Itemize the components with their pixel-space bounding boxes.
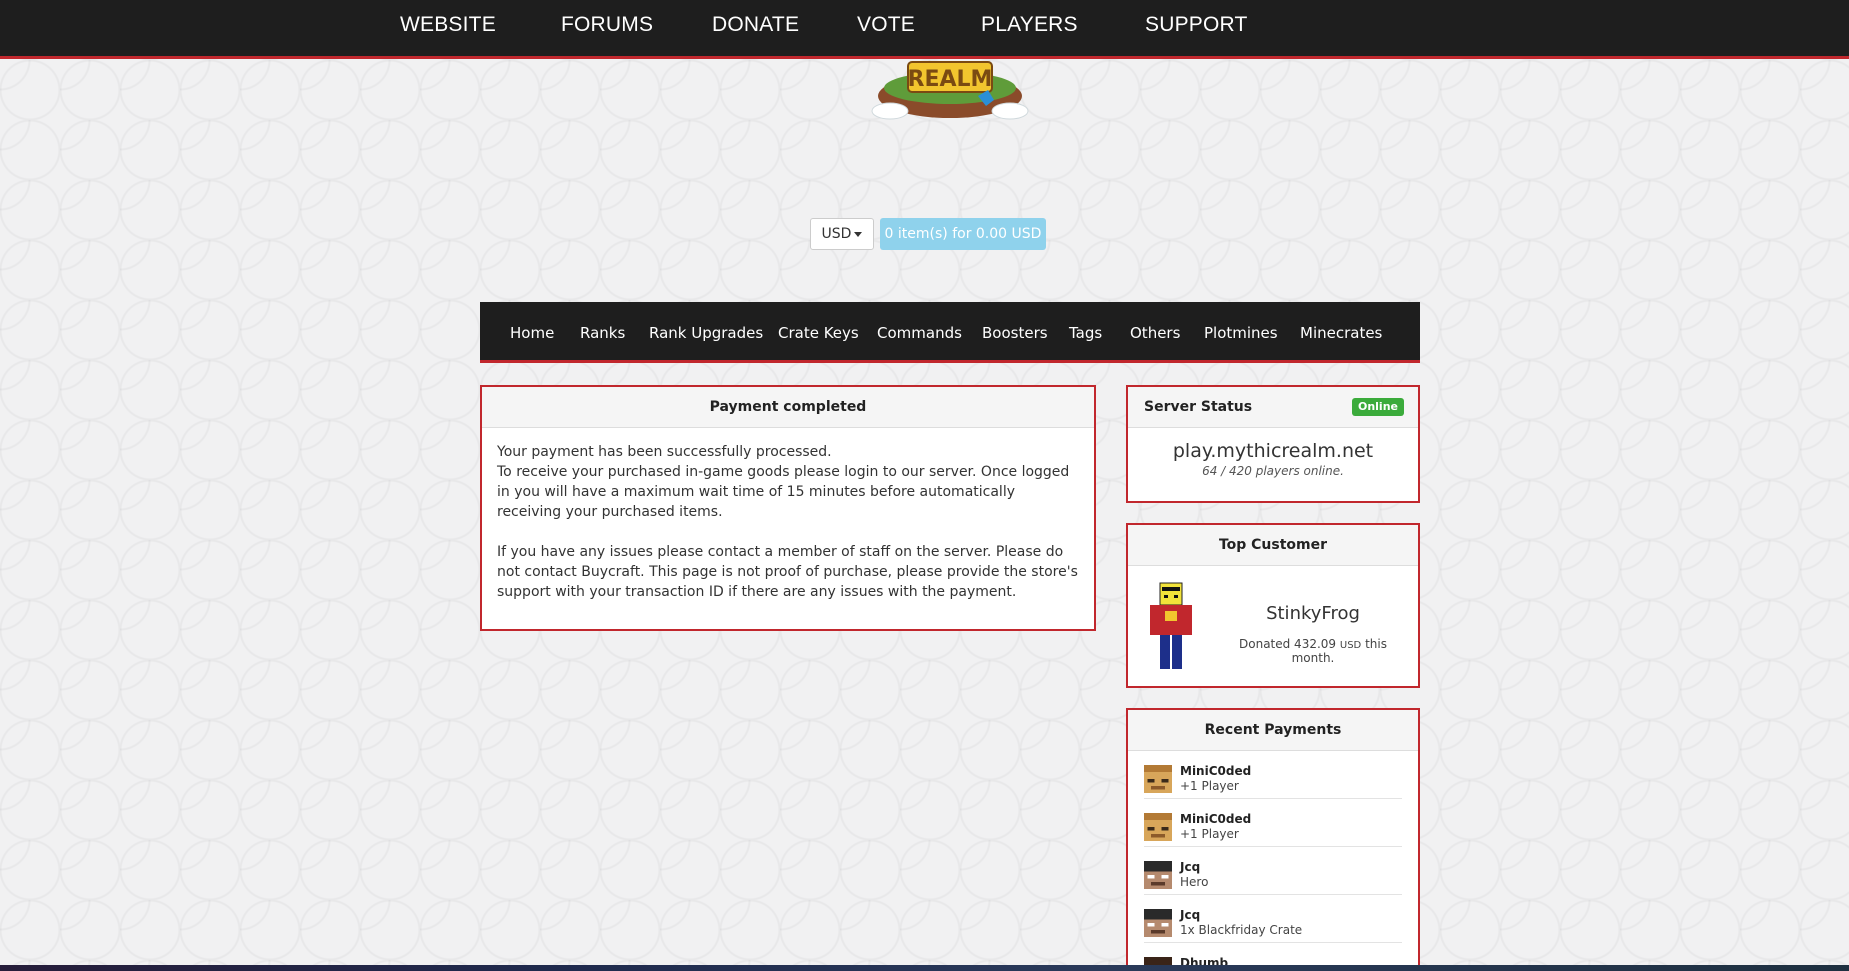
payment-item: +1 Player bbox=[1180, 779, 1239, 793]
list-item: Jcq 1x Blackfriday Crate bbox=[1144, 895, 1402, 943]
server-host[interactable]: play.mythicrealm.net bbox=[1128, 440, 1418, 462]
nav-players[interactable]: PLAYERS bbox=[981, 0, 1145, 50]
logo-text: REALM bbox=[908, 67, 993, 92]
server-logo[interactable]: REALM bbox=[850, 56, 1050, 126]
payment-player: MiniC0ded bbox=[1180, 764, 1252, 778]
payment-item: Hero bbox=[1180, 875, 1209, 889]
caret-down-icon bbox=[854, 231, 863, 237]
store-nav-home[interactable]: Home bbox=[510, 302, 554, 364]
player-count: 64 / 420 players online. bbox=[1202, 464, 1344, 478]
payment-body: Your payment has been successfully proce… bbox=[482, 428, 1094, 602]
store-nav: Home Ranks Rank Upgrades Crate Keys Comm… bbox=[480, 302, 1420, 363]
nav-vote[interactable]: VOTE bbox=[857, 0, 981, 50]
payment-panel: Payment completed Your payment has been … bbox=[480, 385, 1096, 631]
store-nav-crate-keys[interactable]: Crate Keys bbox=[778, 302, 859, 364]
nav-support[interactable]: SUPPORT bbox=[1145, 0, 1265, 50]
server-status-panel: Server Status Online play.mythicrealm.ne… bbox=[1126, 385, 1420, 503]
payment-title: Payment completed bbox=[482, 387, 1094, 428]
server-status-title: Server Status Online bbox=[1128, 387, 1418, 428]
store-nav-tags[interactable]: Tags bbox=[1069, 302, 1102, 364]
store-nav-boosters[interactable]: Boosters bbox=[982, 302, 1048, 364]
payment-item: 1x Blackfriday Crate bbox=[1180, 923, 1303, 937]
recent-payments-panel: Recent Payments MiniC0ded +1 Player Mini… bbox=[1126, 708, 1420, 971]
site-nav: WEBSITE FORUMS DONATE VOTE PLAYERS SUPPO… bbox=[400, 0, 1265, 56]
nav-website[interactable]: WEBSITE bbox=[400, 0, 561, 50]
payment-message: Your payment has been successfully proce… bbox=[497, 442, 1080, 522]
site-header: WEBSITE FORUMS DONATE VOTE PLAYERS SUPPO… bbox=[0, 0, 1849, 59]
recent-payments-title: Recent Payments bbox=[1128, 710, 1418, 751]
payment-player: MiniC0ded bbox=[1180, 812, 1252, 826]
payment-support-note: If you have any issues please contact a … bbox=[497, 544, 1078, 600]
donation-amount: Donated 432.09 bbox=[1239, 637, 1337, 651]
player-avatar bbox=[1144, 861, 1172, 889]
payment-player: Jcq bbox=[1180, 860, 1201, 874]
nav-donate[interactable]: DONATE bbox=[712, 0, 857, 50]
currency-select[interactable]: USD bbox=[810, 218, 874, 250]
payment-item: +1 Player bbox=[1180, 827, 1239, 841]
top-customer-panel: Top Customer StinkyFrog Donated 432.09 U… bbox=[1126, 523, 1420, 688]
payment-line-instructions: To receive your purchased in-game goods … bbox=[497, 464, 1070, 520]
store-nav-ranks[interactable]: Ranks bbox=[580, 302, 625, 364]
store-nav-plotmines[interactable]: Plotmines bbox=[1204, 302, 1278, 364]
player-avatar bbox=[1144, 909, 1172, 937]
list-item: MiniC0ded +1 Player bbox=[1144, 799, 1402, 847]
status-badge: Online bbox=[1351, 398, 1404, 416]
top-customer-title: Top Customer bbox=[1128, 525, 1418, 566]
top-customer-donation: Donated 432.09 USD this month. bbox=[1218, 637, 1408, 665]
player-avatar bbox=[1144, 813, 1172, 841]
payment-player: Jcq bbox=[1180, 908, 1201, 922]
footer-strip bbox=[0, 965, 1849, 971]
payment-line-processed: Your payment has been successfully proce… bbox=[497, 444, 832, 460]
customer-skin-avatar bbox=[1148, 581, 1192, 671]
list-item: MiniC0ded +1 Player bbox=[1144, 751, 1402, 799]
store-nav-minecrates[interactable]: Minecrates bbox=[1300, 302, 1382, 364]
store-nav-commands[interactable]: Commands bbox=[877, 302, 962, 364]
currency-value: USD bbox=[821, 226, 852, 242]
list-item: Jcq Hero bbox=[1144, 847, 1402, 895]
store-nav-others[interactable]: Others bbox=[1130, 302, 1180, 364]
server-status-label: Server Status bbox=[1144, 399, 1253, 415]
cart-button[interactable]: 0 item(s) for 0.00 USD bbox=[880, 218, 1046, 250]
nav-forums[interactable]: FORUMS bbox=[561, 0, 712, 50]
donation-currency: USD bbox=[1339, 640, 1362, 651]
player-avatar bbox=[1144, 765, 1172, 793]
top-customer-name: StinkyFrog bbox=[1266, 603, 1360, 624]
store-nav-rank-upgrades[interactable]: Rank Upgrades bbox=[649, 302, 763, 364]
